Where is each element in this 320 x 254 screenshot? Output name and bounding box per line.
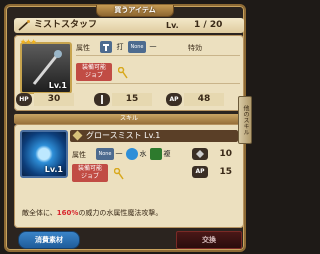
- ap-value: 48: [184, 93, 224, 106]
- desc-suffix: の威力の水属性魔法攻撃。: [78, 209, 163, 217]
- exchange-label: 交換: [202, 236, 216, 244]
- element-none-tag: None: [128, 41, 146, 53]
- attribute-row: 属性 打 None 一 特効: [76, 41, 240, 56]
- special-label: 特効: [188, 44, 202, 52]
- element-value: 一: [149, 43, 157, 51]
- level-label: Lv.: [166, 21, 179, 30]
- skill-element: 水: [139, 150, 147, 158]
- skill-attribute-label: 属性: [72, 151, 86, 159]
- item-header: ミストスタッフ Lv. 1 / 20: [14, 18, 244, 33]
- job-label: 装備可能 ジョブ: [76, 63, 112, 81]
- multi-target-icon: [150, 148, 162, 160]
- ap-badge: AP: [166, 93, 182, 106]
- skill-stat1: 10: [219, 149, 232, 159]
- attribute-label: 属性: [76, 44, 90, 52]
- strike-icon: [100, 41, 112, 53]
- skill-description: 敵全体に、160%の威力の水属性魔法攻撃。: [22, 208, 236, 218]
- attack-value: 15: [112, 93, 152, 106]
- skill-target: 複: [163, 150, 171, 158]
- item-icon-level: Lv.1: [48, 81, 67, 90]
- skill-section-header: スキル: [14, 114, 244, 124]
- water-icon: [126, 148, 138, 160]
- skill-icon-level: Lv.1: [44, 165, 63, 174]
- skill-stat2: 15: [219, 167, 232, 177]
- skill-panel: Lv.1 グロースミスト Lv.1 属性 None 一 水 複 10 装備可能 …: [14, 124, 244, 228]
- hp-badge: HP: [16, 93, 32, 106]
- desc-prefix: 敵全体に、: [22, 209, 57, 217]
- materials-button[interactable]: 消費素材: [18, 231, 80, 249]
- skill-name-text: グロースミスト Lv.1: [86, 131, 161, 140]
- skill-icon[interactable]: Lv.1: [20, 130, 68, 178]
- cost-icon: [192, 148, 208, 160]
- skill-name: グロースミスト Lv.1: [70, 130, 238, 142]
- exchange-button[interactable]: 交換: [176, 231, 242, 249]
- side-tab[interactable]: 他のスキル: [238, 96, 252, 144]
- job-row: 装備可能 ジョブ: [76, 63, 240, 84]
- item-name: ミストスタッフ: [34, 20, 98, 30]
- skill-none-tag: None: [96, 148, 114, 160]
- dialog-title: 買うアイテム: [96, 5, 174, 17]
- attack-type: 打: [116, 43, 124, 51]
- level-value: 1 / 20: [194, 20, 223, 30]
- gem-icon: [72, 130, 83, 141]
- staff-icon: [18, 20, 30, 31]
- item-stats: HP 30 15 AP 48: [16, 93, 242, 107]
- item-panel: ★★★ Lv.1 属性 打 None 一 特効 装備可能 ジョブ HP 30 1…: [14, 35, 244, 111]
- materials-label: 消費素材: [35, 236, 63, 244]
- desc-highlight: 160%: [56, 209, 79, 217]
- item-icon[interactable]: ★★★ Lv.1: [20, 38, 72, 94]
- skill-job-label: 装備可能 ジョブ: [72, 164, 108, 182]
- skill-none-value: 一: [115, 150, 123, 158]
- hp-value: 30: [34, 93, 74, 106]
- attack-icon: [94, 93, 110, 106]
- skill-ap-badge: AP: [192, 166, 208, 178]
- skill-key-icon: [114, 168, 124, 180]
- rarity-stars: ★★★: [20, 38, 37, 46]
- key-icon: [118, 67, 128, 79]
- item-dialog: 買うアイテム ミストスタッフ Lv. 1 / 20 ★★★ Lv.1 属性 打 …: [4, 4, 246, 252]
